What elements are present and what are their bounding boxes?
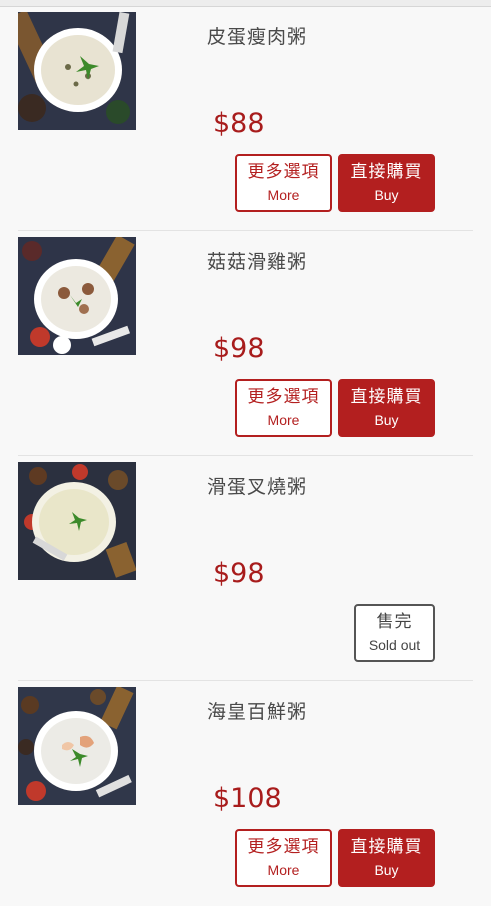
more-options-label-en: More (267, 862, 300, 878)
buy-now-button[interactable]: 直接購買 Buy (338, 829, 435, 887)
buy-now-button[interactable]: 直接購買 Buy (338, 154, 435, 212)
buy-now-label-en: Buy (374, 412, 399, 428)
congee-photo (18, 687, 136, 805)
buy-now-label-en: Buy (374, 187, 399, 203)
more-options-label-en: More (267, 187, 300, 203)
item-price: $88 (213, 108, 265, 139)
item-name: 菇菇滑雞粥 (207, 251, 308, 273)
item-name: 海皇百鮮粥 (207, 701, 308, 723)
more-options-button[interactable]: 更多選項 More (235, 829, 332, 887)
sold-out-button[interactable]: 售完 Sold out (354, 604, 435, 662)
more-options-button[interactable]: 更多選項 More (235, 154, 332, 212)
more-options-label-en: More (267, 412, 300, 428)
sold-out-label-en: Sold out (368, 637, 421, 653)
buy-now-label-en: Buy (374, 862, 399, 878)
more-options-button[interactable]: 更多選項 More (235, 379, 332, 437)
buy-now-label-zh: 直接購買 (350, 387, 423, 407)
more-options-label-zh: 更多選項 (247, 387, 320, 407)
more-options-label-zh: 更多選項 (247, 162, 320, 182)
menu-item: 皮蛋瘦肉粥 $88 更多選項 More 直接購買 Buy (0, 6, 491, 231)
congee-photo (18, 462, 136, 580)
buy-now-button[interactable]: 直接購買 Buy (338, 379, 435, 437)
item-price: $108 (213, 783, 282, 814)
buy-now-label-zh: 直接購買 (350, 837, 423, 857)
buy-now-label-zh: 直接購買 (350, 162, 423, 182)
congee-photo (18, 12, 136, 130)
more-options-label-zh: 更多選項 (247, 837, 320, 857)
congee-photo (18, 237, 136, 355)
menu-item: 菇菇滑雞粥 $98 更多選項 More 直接購買 Buy (0, 231, 491, 456)
item-price: $98 (213, 333, 265, 364)
menu-item: 海皇百鮮粥 $108 更多選項 More 直接購買 Buy (0, 681, 491, 906)
item-name: 滑蛋叉燒粥 (207, 476, 308, 498)
menu-item: 滑蛋叉燒粥 $98 售完 Sold out (0, 456, 491, 681)
sold-out-label-zh: 售完 (376, 612, 413, 632)
item-price: $98 (213, 558, 265, 589)
item-name: 皮蛋瘦肉粥 (207, 26, 308, 48)
